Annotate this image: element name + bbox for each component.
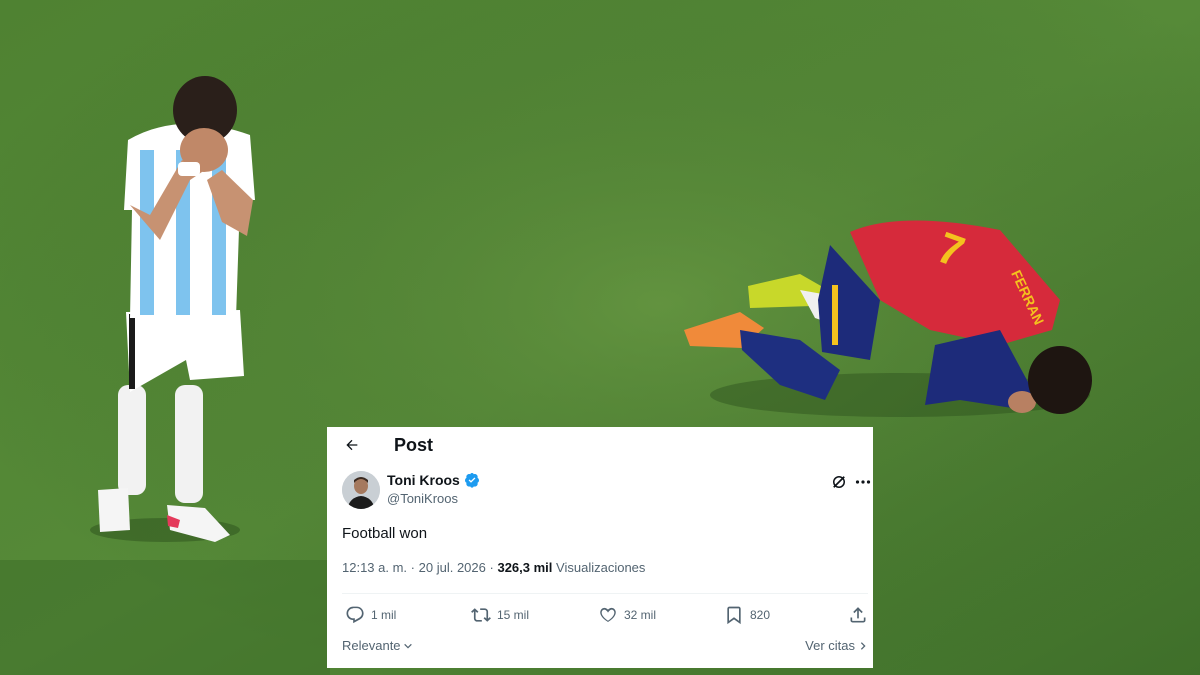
author-name-row[interactable]: Toni Kroos [387, 472, 480, 488]
reply-count: 1 mil [371, 608, 397, 622]
chevron-down-icon [403, 643, 412, 649]
retweet-count: 15 mil [497, 608, 530, 622]
grok-icon[interactable] [830, 473, 848, 491]
view-quotes-link[interactable]: Ver citas [805, 638, 868, 653]
author-handle[interactable]: @ToniKroos [387, 491, 458, 506]
more-options-icon[interactable] [855, 473, 871, 491]
share-icon [850, 607, 866, 623]
reply-button[interactable]: 1 mil [345, 605, 396, 625]
tweet-time[interactable]: 12:13 a. m. [342, 560, 407, 575]
views-count: 326,3 mil [497, 560, 553, 575]
action-bar: 1 mil 15 mil 32 mil 820 [342, 605, 870, 627]
sort-replies-dropdown[interactable]: Relevante [342, 638, 413, 653]
like-count: 32 mil [624, 608, 657, 622]
like-button[interactable]: 32 mil [598, 605, 656, 625]
page-title: Post [394, 435, 434, 455]
views-label: Visualizaciones [556, 560, 646, 575]
bookmark-count: 820 [750, 608, 771, 622]
sort-label: Relevante [342, 638, 401, 653]
author-name[interactable]: Toni Kroos [387, 472, 460, 488]
share-button[interactable] [848, 605, 868, 625]
retweet-icon [471, 608, 491, 622]
verified-badge-icon [464, 473, 479, 488]
avatar[interactable] [342, 471, 380, 509]
retweet-button[interactable]: 15 mil [471, 605, 529, 625]
divider [342, 593, 868, 594]
bookmark-icon [727, 606, 741, 625]
reply-icon [346, 606, 364, 624]
meta-separator: · [489, 560, 494, 575]
meta-separator: · [410, 560, 416, 575]
back-arrow-icon[interactable] [342, 435, 362, 455]
tweet-text: Football won [342, 525, 428, 542]
chevron-right-icon [860, 641, 866, 650]
tweet-card: Post Toni Kroos @ToniKroos Football won … [327, 427, 873, 668]
bookmark-button[interactable]: 820 [724, 605, 770, 625]
quotes-label: Ver citas [805, 638, 855, 653]
tweet-meta: 12:13 a. m. · 20 jul. 2026 · 326,3 mil V… [342, 560, 645, 575]
heart-icon [600, 607, 616, 622]
tweet-date[interactable]: 20 jul. 2026 [419, 560, 486, 575]
